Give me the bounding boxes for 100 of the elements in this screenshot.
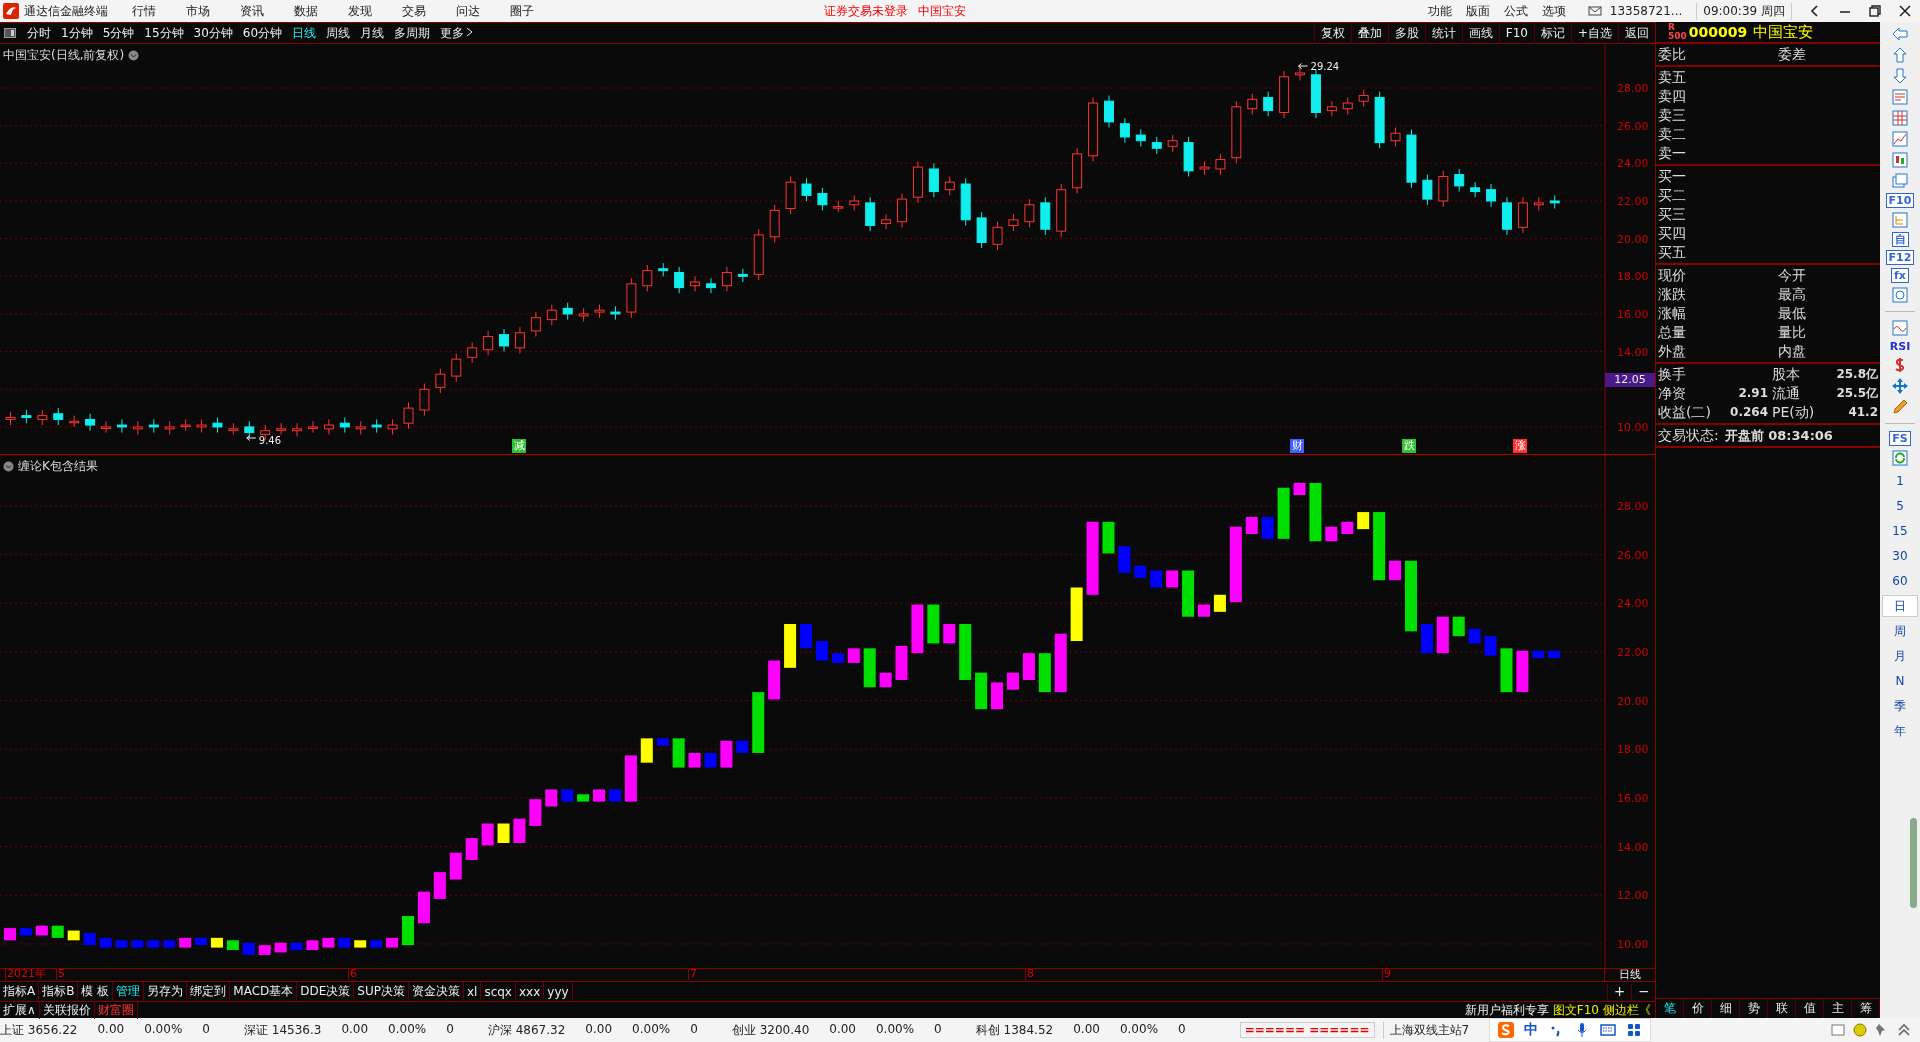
period-tab[interactable]: 分时	[22, 24, 56, 42]
menu-item[interactable]: 圈子	[510, 2, 534, 20]
left-arrow-icon[interactable]	[1891, 25, 1909, 43]
windows-icon[interactable]	[1891, 172, 1909, 190]
ime-logo-icon[interactable]	[1498, 1022, 1515, 1038]
index-value[interactable]: 创业 3200.40	[731, 1021, 810, 1039]
period-tab[interactable]: 5分钟	[97, 24, 140, 42]
coin-icon[interactable]	[1852, 1022, 1868, 1038]
promo-link[interactable]: 侧边栏《	[1603, 1002, 1655, 1019]
indicator-tab[interactable]: 模 板	[78, 982, 114, 1001]
index-value[interactable]: 科创 1384.52	[975, 1021, 1054, 1039]
indicator-tab[interactable]: DDE决策	[297, 982, 355, 1001]
period-button[interactable]: 60	[1882, 570, 1918, 592]
up-arrow-icon[interactable]	[1891, 46, 1909, 64]
menu-item[interactable]: 选项	[1541, 2, 1566, 20]
chart-tool-button[interactable]: 画线	[1461, 22, 1499, 44]
up-icon[interactable]	[1896, 1022, 1912, 1038]
event-mark[interactable]: 财	[1290, 439, 1304, 453]
restore-icon[interactable]	[1868, 4, 1882, 18]
period-button[interactable]: 30	[1882, 545, 1918, 567]
indicator-tab[interactable]: 指标B	[39, 982, 79, 1001]
period-button[interactable]: 周	[1882, 620, 1918, 642]
dropdown-icon[interactable]	[3, 461, 14, 472]
period-button[interactable]: N	[1882, 670, 1918, 692]
period-tab[interactable]: 更多	[435, 24, 479, 42]
event-mark[interactable]: 涨	[1513, 439, 1527, 453]
period-tab[interactable]: 30分钟	[188, 24, 238, 42]
menu-item[interactable]: 交易	[402, 2, 426, 20]
mail-icon[interactable]	[1587, 4, 1602, 18]
menu-item[interactable]: 市场	[186, 2, 210, 20]
candlestick-icon[interactable]	[1891, 151, 1909, 169]
menu-item[interactable]: 发现	[348, 2, 372, 20]
menu-item[interactable]: 行情	[132, 2, 156, 20]
pencil-icon[interactable]	[1891, 398, 1909, 416]
down-arrow-icon[interactable]	[1891, 67, 1909, 85]
period-button[interactable]: 15	[1882, 520, 1918, 542]
period-tab[interactable]: 日线	[287, 24, 322, 42]
indicator-tab[interactable]: 指标A	[0, 982, 40, 1001]
period-button[interactable]: 年	[1882, 720, 1918, 742]
period-tab[interactable]: 15分钟	[139, 24, 189, 42]
account-label[interactable]: 13358721...	[1609, 4, 1683, 18]
keyboard-icon[interactable]	[1600, 1022, 1617, 1038]
chart-tool-button[interactable]: 多股	[1387, 22, 1425, 44]
toolbar-button[interactable]: FS	[1889, 431, 1911, 446]
line-chart-icon[interactable]	[1891, 130, 1909, 148]
move-icon[interactable]	[1891, 377, 1909, 395]
toolbar-button[interactable]: F12	[1885, 250, 1915, 265]
chart-tool-button[interactable]: +自选	[1570, 22, 1618, 44]
login-notice[interactable]: 证券交易未登录	[824, 2, 908, 20]
zoom-button[interactable]: −	[1631, 984, 1655, 999]
index-value[interactable]: 沪深 4867.32	[487, 1021, 566, 1039]
chart-tool-button[interactable]: 标记	[1533, 22, 1571, 44]
refresh-icon[interactable]	[1891, 449, 1909, 467]
period-tab[interactable]: 1分钟	[56, 24, 98, 42]
indicator-tab[interactable]: yyy	[544, 982, 573, 1001]
indicator-tab[interactable]: 管理	[113, 982, 145, 1001]
period-tab[interactable]: 60分钟	[237, 24, 288, 42]
server-name[interactable]: 上海双线主站7	[1382, 1021, 1470, 1039]
dropdown-icon[interactable]	[128, 50, 140, 61]
menu-item[interactable]: 问达	[456, 2, 480, 20]
toolbar-button[interactable]: F10	[1885, 193, 1915, 208]
period-tab[interactable]: 多周期	[389, 24, 436, 42]
indicator-tab[interactable]: 资金决策	[408, 982, 464, 1001]
indicator-tab[interactable]: xl	[463, 982, 482, 1001]
panel-toggle-icon[interactable]	[4, 28, 16, 38]
period-button[interactable]: 5	[1882, 495, 1918, 517]
wave-icon[interactable]	[1891, 319, 1909, 337]
chart-tool-button[interactable]: 统计	[1424, 22, 1462, 44]
menu-item[interactable]: 资讯	[240, 2, 264, 20]
scroll-thumb[interactable]	[1910, 818, 1917, 908]
indicator-tab[interactable]: MACD基本	[230, 982, 298, 1001]
period-tab[interactable]: 月线	[355, 24, 390, 42]
indicator-tab[interactable]: scqx	[481, 982, 516, 1001]
indicator-tab[interactable]: xxx	[516, 982, 545, 1001]
indicator-tab[interactable]: 另存为	[144, 982, 188, 1001]
promo-link[interactable]: 图文F10	[1552, 1002, 1603, 1019]
grid-icon[interactable]	[1626, 1022, 1643, 1038]
menu-item[interactable]: 版面	[1465, 2, 1490, 20]
grid-icon[interactable]	[1891, 109, 1909, 127]
indicator-tab[interactable]: 绑定到	[187, 982, 231, 1001]
indicator-tab[interactable]: SUP决策	[354, 982, 409, 1001]
chart-tool-button[interactable]: 返回	[1618, 22, 1655, 44]
ime-mode[interactable]: 中	[1524, 1021, 1539, 1039]
period-button[interactable]: 季	[1882, 695, 1918, 717]
menu-item[interactable]: 数据	[294, 2, 318, 20]
menu-item[interactable]: 功能	[1427, 2, 1452, 20]
period-tab[interactable]: 周线	[321, 24, 356, 42]
index-value[interactable]: 上证 3656.22	[0, 1021, 78, 1039]
close-icon[interactable]	[1898, 4, 1912, 18]
period-button[interactable]: 日	[1882, 595, 1918, 617]
promo-link[interactable]: 新用户福利专享	[1464, 1002, 1553, 1019]
period-button[interactable]: 月	[1882, 645, 1918, 667]
period-button[interactable]: 1	[1882, 470, 1918, 492]
chart-tool-button[interactable]: F10	[1498, 22, 1534, 44]
toolbar-button[interactable]: 自	[1891, 232, 1909, 247]
toolbar-button[interactable]: RSI	[1889, 340, 1911, 353]
zoom-button[interactable]: +	[1607, 984, 1631, 999]
toolbar-button[interactable]: fx	[1891, 268, 1909, 283]
menu-item[interactable]: 公式	[1503, 2, 1528, 20]
index-value[interactable]: 深证 14536.3	[243, 1021, 322, 1039]
